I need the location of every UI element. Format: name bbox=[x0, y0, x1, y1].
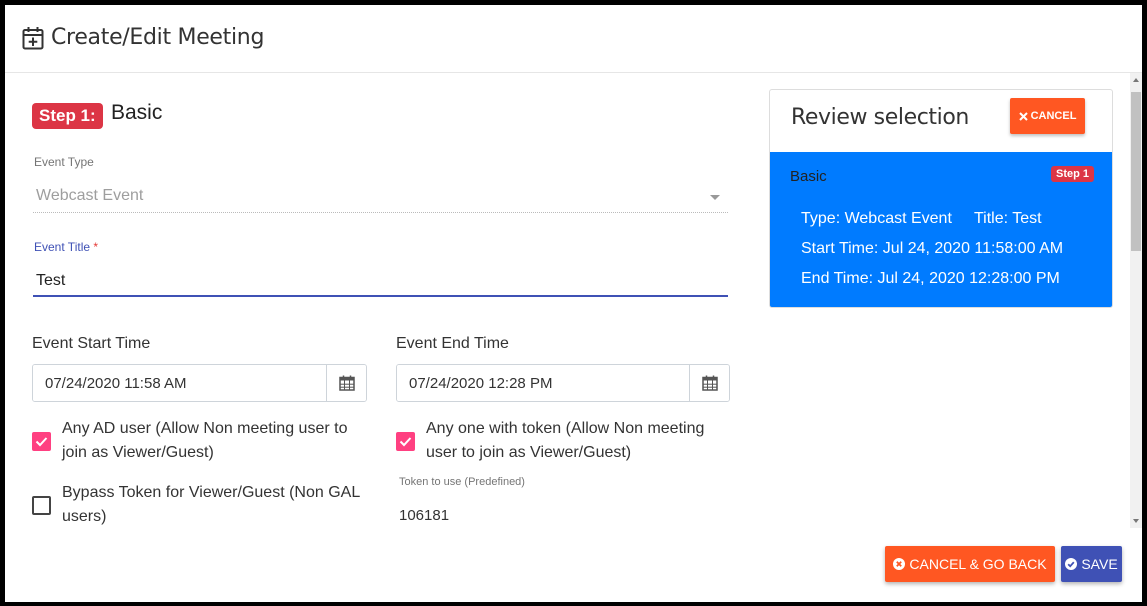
any-ad-user-checkbox[interactable] bbox=[32, 432, 51, 451]
checkmark-icon bbox=[399, 437, 412, 447]
any-ad-user-label-line1: Any AD user (Allow Non meeting user to bbox=[62, 420, 348, 437]
review-start-line: Start Time: Jul 24, 2020 11:58:00 AM bbox=[801, 240, 1064, 257]
review-title: Review selection bbox=[791, 105, 969, 130]
any-token-checkbox[interactable] bbox=[396, 432, 415, 451]
scroll-up-arrow-icon[interactable] bbox=[1133, 78, 1139, 82]
save-label: SAVE bbox=[1081, 556, 1118, 572]
any-token-label-line1: Any one with token (Allow Non meeting bbox=[426, 420, 705, 437]
event-start-input[interactable] bbox=[33, 365, 327, 401]
end-calendar-button[interactable] bbox=[689, 365, 729, 401]
event-type-value: Webcast Event bbox=[36, 187, 144, 204]
event-end-input[interactable] bbox=[397, 365, 690, 401]
bypass-token-checkbox[interactable] bbox=[32, 496, 51, 515]
scroll-down-arrow-icon[interactable] bbox=[1133, 519, 1139, 523]
event-end-group bbox=[396, 364, 730, 402]
close-icon bbox=[1018, 111, 1028, 121]
event-title-input[interactable] bbox=[33, 267, 728, 297]
calendar-icon bbox=[338, 375, 355, 391]
checkmark-icon bbox=[35, 437, 48, 447]
token-value: 106181 bbox=[399, 507, 450, 524]
check-circle-icon bbox=[1065, 558, 1078, 570]
start-calendar-button[interactable] bbox=[326, 365, 366, 401]
review-summary: Basic Step 1 Type: Webcast Event Title: … bbox=[770, 152, 1112, 307]
any-ad-user-label: Any AD user (Allow Non meeting user to j… bbox=[62, 417, 347, 465]
calendar-plus-icon bbox=[22, 27, 44, 50]
token-label: Token to use (Predefined) bbox=[399, 476, 525, 488]
any-token-label: Any one with token (Allow Non meeting us… bbox=[426, 417, 704, 465]
event-type-label: Event Type bbox=[34, 155, 94, 169]
dialog-header: Create/Edit Meeting bbox=[5, 5, 1142, 73]
event-start-label: Event Start Time bbox=[32, 335, 151, 352]
review-cancel-button[interactable]: CANCEL bbox=[1010, 98, 1085, 134]
bypass-token-label-line1: Bypass Token for Viewer/Guest (Non GAL bbox=[62, 484, 361, 501]
close-circle-icon bbox=[893, 558, 906, 570]
any-token-label-line2: user to join as Viewer/Guest) bbox=[426, 444, 632, 461]
step-title: Basic bbox=[111, 101, 163, 124]
review-section-label: Basic bbox=[790, 168, 827, 185]
step-badge: Step 1: bbox=[32, 103, 103, 129]
event-end-label: Event End Time bbox=[396, 335, 509, 352]
dropdown-caret-icon bbox=[710, 195, 720, 200]
review-selection-panel: Review selection CANCEL Basic Step 1 Typ… bbox=[769, 89, 1113, 308]
cancel-and-go-back-button[interactable]: CANCEL & GO BACK bbox=[885, 546, 1055, 582]
save-button[interactable]: SAVE bbox=[1061, 546, 1122, 582]
scrollbar-thumb[interactable] bbox=[1131, 92, 1141, 251]
vertical-scrollbar[interactable] bbox=[1130, 73, 1142, 528]
dialog-title: Create/Edit Meeting bbox=[51, 25, 265, 50]
review-cancel-label: CANCEL bbox=[1030, 110, 1077, 122]
review-end-line: End Time: Jul 24, 2020 12:28:00 PM bbox=[801, 270, 1060, 287]
event-start-group bbox=[32, 364, 367, 402]
bypass-token-label-line2: users) bbox=[62, 508, 107, 525]
review-title-line: Title: Test bbox=[974, 210, 1042, 227]
create-edit-meeting-dialog: Create/Edit Meeting Step 1: Basic Event … bbox=[5, 5, 1142, 602]
required-mark: * bbox=[93, 240, 99, 254]
event-title-label-text: Event Title bbox=[34, 240, 91, 254]
review-type-line: Type: Webcast Event bbox=[801, 210, 952, 227]
review-step-badge: Step 1 bbox=[1050, 166, 1094, 182]
any-ad-user-label-line2: join as Viewer/Guest) bbox=[62, 444, 214, 461]
event-title-label: Event Title * bbox=[34, 240, 98, 254]
event-type-select[interactable]: Webcast Event bbox=[33, 183, 728, 213]
bypass-token-label: Bypass Token for Viewer/Guest (Non GAL u… bbox=[62, 481, 360, 529]
cancel-and-go-back-label: CANCEL & GO BACK bbox=[909, 556, 1047, 572]
calendar-icon bbox=[701, 375, 718, 391]
